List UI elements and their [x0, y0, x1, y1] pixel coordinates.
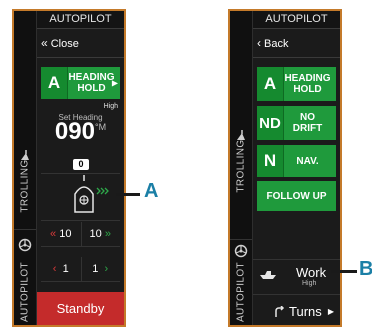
- port-large-value: 10: [59, 228, 72, 240]
- port-small-value: 1: [62, 263, 69, 275]
- steering-wheel-icon: [18, 238, 32, 252]
- autopilot-panel-left: TROLLING AUTOPILOT AUTOPILOT «Close A HE…: [12, 9, 126, 327]
- steering-wheel-icon: [234, 244, 248, 258]
- rudder-indicator: 0: [73, 159, 89, 170]
- work-level: High: [302, 280, 317, 287]
- large-step-row: « 10 10 »: [41, 222, 120, 247]
- mode-label-line2: HOLD: [77, 83, 106, 94]
- follow-up-button[interactable]: FOLLOW UP: [257, 181, 336, 211]
- tab-trolling[interactable]: TROLLING: [230, 11, 252, 229]
- chevron-left-icon: ‹: [52, 263, 57, 275]
- side-tab-strip: TROLLING AUTOPILOT: [230, 11, 253, 325]
- mode-label-line1: HEADING: [68, 72, 115, 83]
- mode-label-line1: HEADING: [284, 73, 331, 84]
- mode-label: NAV.: [296, 155, 319, 167]
- tab-autopilot-label: AUTOPILOT: [235, 261, 247, 323]
- callout-a-label: A: [144, 180, 159, 202]
- left-panel-content: AUTOPILOT «Close A HEADING HOLD ▶ High S…: [37, 11, 124, 325]
- mode-letter: ND: [257, 106, 284, 140]
- back-label: Back: [264, 38, 289, 50]
- turn-arrow-icon: [275, 306, 285, 317]
- mode-label: NO DRIFT: [292, 112, 323, 134]
- tab-trolling[interactable]: TROLLING: [14, 11, 36, 229]
- tab-autopilot[interactable]: AUTOPILOT: [230, 239, 252, 325]
- callout-b-line: [331, 270, 357, 273]
- callout-b-label: B: [359, 258, 372, 280]
- tab-autopilot[interactable]: AUTOPILOT: [14, 229, 36, 325]
- double-chevron-left-icon: «: [50, 228, 57, 240]
- side-tab-strip: TROLLING AUTOPILOT: [14, 11, 37, 325]
- port-10-button[interactable]: « 10: [41, 222, 82, 246]
- starboard-10-button[interactable]: 10 »: [81, 222, 121, 246]
- chevron-left-icon: ‹: [257, 36, 261, 50]
- callout-a-line: [116, 193, 140, 196]
- mode-letter: A: [41, 67, 68, 99]
- tab-autopilot-label: AUTOPILOT: [19, 261, 31, 323]
- close-label: Close: [50, 38, 79, 50]
- mode-letter: A: [257, 67, 284, 101]
- back-button[interactable]: ‹ Back: [253, 29, 340, 58]
- tab-trolling-label: TROLLING: [19, 159, 31, 213]
- turns-label: Turns: [289, 304, 322, 319]
- heading-hold-button[interactable]: A HEADING HOLD ▶: [41, 67, 120, 99]
- mode-label-line2: HOLD: [293, 84, 322, 95]
- double-chevron-right-icon: »: [104, 228, 111, 240]
- double-chevron-left-icon: «: [41, 36, 48, 50]
- stbd-small-value: 1: [92, 263, 99, 275]
- work-label: Work: [296, 265, 327, 280]
- right-panel-content: AUTOPILOT ‹ Back A HEADING HOLD ND NO DRI…: [253, 11, 340, 325]
- heading-number: 090: [54, 118, 95, 145]
- mode-label: HEADING HOLD: [284, 67, 331, 101]
- turns-button[interactable]: Turns ▶: [253, 294, 340, 325]
- mode-letter: N: [257, 145, 284, 177]
- close-button[interactable]: «Close: [37, 29, 124, 58]
- small-step-row: ‹ 1 1 ›: [41, 257, 120, 282]
- standby-button[interactable]: Standby: [37, 292, 124, 325]
- port-1-button[interactable]: ‹ 1: [41, 257, 82, 281]
- stbd-large-value: 10: [89, 228, 102, 240]
- heading-unit: °M: [94, 122, 107, 132]
- mode-label: HEADING HOLD: [68, 67, 115, 99]
- boat-icon: [74, 175, 109, 213]
- heading-hold-button[interactable]: A HEADING HOLD: [257, 67, 336, 101]
- boat-indicator: [41, 173, 120, 221]
- chevron-right-icon: ▶: [327, 307, 334, 316]
- response-level: High: [103, 103, 118, 110]
- autopilot-panel-right: TROLLING AUTOPILOT AUTOPILOT ‹ Back A HEA…: [228, 9, 342, 327]
- tab-trolling-label: TROLLING: [235, 139, 247, 193]
- chevron-right-icon: ▶: [111, 78, 118, 88]
- work-profile-button[interactable]: Work High: [253, 259, 340, 294]
- panel-title: AUTOPILOT: [37, 11, 124, 29]
- boat-profile-icon: [260, 271, 276, 279]
- no-drift-button[interactable]: ND NO DRIFT: [257, 106, 336, 140]
- nav-button[interactable]: N NAV.: [257, 145, 336, 177]
- set-heading-value[interactable]: 090°M: [37, 118, 124, 146]
- starboard-1-button[interactable]: 1 ›: [81, 257, 121, 281]
- panel-title: AUTOPILOT: [253, 11, 340, 29]
- chevron-right-icon: ›: [104, 263, 109, 275]
